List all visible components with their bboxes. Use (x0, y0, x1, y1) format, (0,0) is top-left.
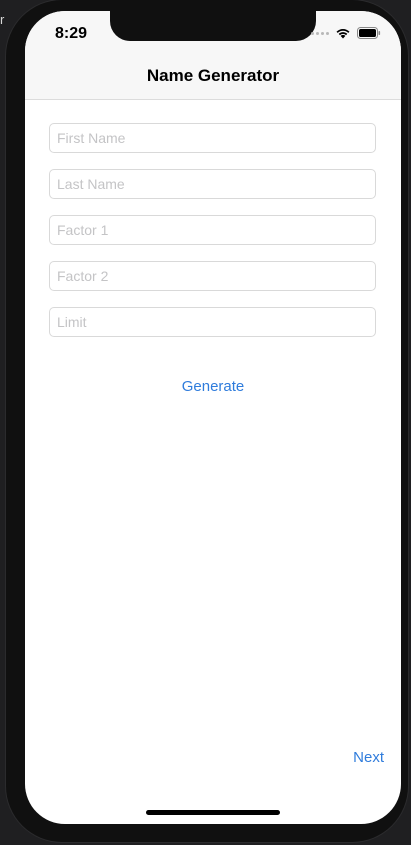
battery-icon (357, 27, 381, 39)
backdrop-edge-text: r (0, 12, 5, 27)
limit-field[interactable] (49, 307, 376, 337)
status-time: 8:29 (55, 25, 88, 42)
wifi-icon (336, 29, 350, 39)
factor-1-field[interactable] (49, 215, 376, 245)
last-name-field[interactable] (49, 169, 376, 199)
generate-button[interactable]: Generate (168, 378, 258, 395)
factor-2-field[interactable] (49, 261, 376, 291)
page-title: Name Generator (146, 66, 280, 85)
status-indicators (311, 27, 381, 39)
app-screen: Name Generator 8:29 First Name Last Name… (25, 11, 401, 824)
first-name-field[interactable] (49, 123, 376, 153)
device-frame: Name Generator 8:29 First Name Last Name… (6, 0, 408, 842)
next-button[interactable]: Next (353, 749, 384, 766)
device-notch (110, 11, 316, 41)
signal-dots-icon (311, 31, 329, 35)
generator-form (49, 123, 376, 353)
home-indicator[interactable] (146, 810, 280, 815)
